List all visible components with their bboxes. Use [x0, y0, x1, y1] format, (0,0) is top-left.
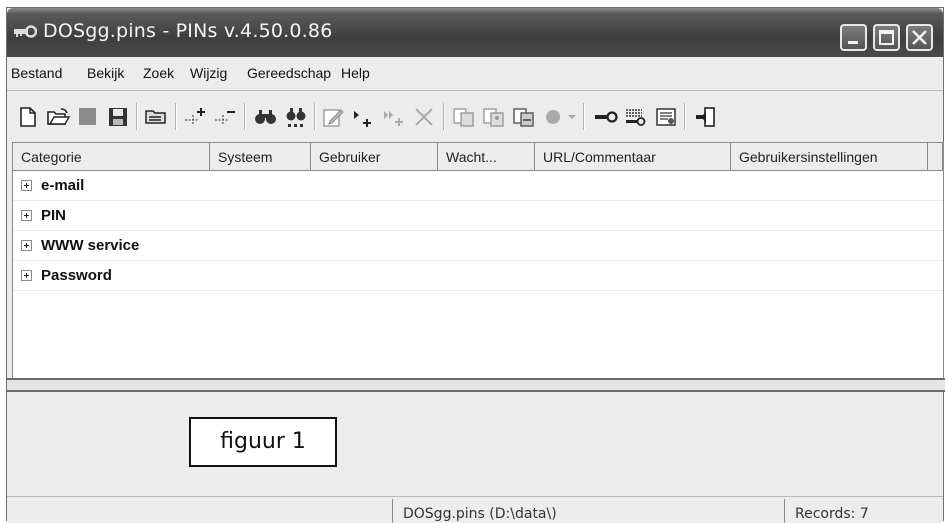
records-list[interactable]: Categorie Systeem Gebruiker Wacht... URL… [12, 142, 944, 379]
expand-icon[interactable] [21, 180, 32, 191]
figure-caption: figuur 1 [189, 417, 337, 467]
expand-icon[interactable] [21, 240, 32, 251]
column-header-filler [928, 143, 943, 171]
expand-icon[interactable] [21, 270, 32, 281]
toolbar-separator [583, 103, 585, 130]
import-icon[interactable] [143, 105, 169, 129]
find-icon[interactable] [253, 105, 279, 129]
menu-wijzig[interactable]: Wijzig [190, 65, 227, 81]
stop-icon[interactable] [75, 105, 101, 129]
key-app-icon [14, 25, 37, 38]
tree-row-label: Password [41, 267, 112, 284]
add-row-icon[interactable] [183, 105, 209, 129]
copy-password-icon[interactable] [511, 105, 537, 129]
copy-icon[interactable] [451, 105, 477, 129]
exit-icon[interactable] [692, 105, 718, 129]
column-header-systeem[interactable]: Systeem [210, 143, 311, 171]
menu-bestand[interactable]: Bestand [11, 65, 62, 81]
tree-row-e-mail[interactable]: e-mail [13, 171, 943, 201]
new-file-icon[interactable] [15, 105, 41, 129]
save-icon[interactable] [105, 105, 131, 129]
tree-row-pin[interactable]: PIN [13, 201, 943, 231]
key-icon[interactable] [593, 105, 619, 129]
column-header-wachtwoord[interactable]: Wacht... [438, 143, 535, 171]
status-file-path: DOSgg.pins (D:\data\) [392, 499, 784, 523]
toolbar-separator [136, 103, 138, 130]
toolbar-separator [443, 103, 445, 130]
close-button[interactable] [906, 24, 933, 51]
chevron-down-icon[interactable] [565, 105, 579, 129]
close-icon [912, 30, 927, 45]
add-subitem-icon[interactable] [381, 105, 407, 129]
delete-icon[interactable] [411, 105, 437, 129]
expand-icon[interactable] [21, 210, 32, 221]
tree-row-www-service[interactable]: WWW service [13, 231, 943, 261]
toolbar-separator [175, 103, 177, 130]
status-record-count: Records: 7 [784, 499, 945, 523]
app-window: DOSgg.pins - PINs v.4.50.0.86 Bestand Be… [6, 7, 945, 523]
remove-row-icon[interactable] [213, 105, 239, 129]
toolbar-separator [314, 103, 316, 130]
menu-gereedschap[interactable]: Gereedschap [247, 65, 331, 81]
column-header-gebruikersinstellingen[interactable]: Gebruikersinstellingen [731, 143, 928, 171]
menu-zoek[interactable]: Zoek [143, 65, 174, 81]
pane-splitter[interactable] [7, 378, 945, 392]
maximize-button[interactable] [873, 24, 900, 51]
settings-icon[interactable] [653, 105, 679, 129]
toolbar-separator [244, 103, 246, 130]
maximize-icon [879, 30, 894, 45]
column-header-gebruiker[interactable]: Gebruiker [311, 143, 438, 171]
find-next-icon[interactable] [283, 105, 309, 129]
password-generator-icon[interactable] [623, 105, 649, 129]
minimize-icon [848, 41, 858, 44]
copy-user-icon[interactable] [481, 105, 507, 129]
edit-icon[interactable] [321, 105, 347, 129]
detail-pane [12, 392, 942, 496]
add-item-icon[interactable] [351, 105, 377, 129]
menu-bekijk[interactable]: Bekijk [87, 65, 124, 81]
column-header-categorie[interactable]: Categorie [13, 143, 210, 171]
title-bar[interactable]: DOSgg.pins - PINs v.4.50.0.86 [7, 8, 943, 57]
toolbar-separator [684, 103, 686, 130]
column-header-url-commentaar[interactable]: URL/Commentaar [535, 143, 731, 171]
menu-bar: Bestand Bekijk Zoek Wijzig Gereedschap H… [7, 57, 943, 90]
open-folder-icon[interactable] [45, 105, 71, 129]
record-icon[interactable] [541, 105, 567, 129]
tree-row-label: PIN [41, 207, 67, 224]
minimize-button[interactable] [840, 24, 867, 51]
menu-help[interactable]: Help [341, 65, 370, 81]
tree-row-label: WWW service [41, 237, 140, 254]
status-bar: DOSgg.pins (D:\data\) Records: 7 [7, 496, 943, 523]
tree-row-password[interactable]: Password [13, 261, 943, 291]
toolbar [7, 91, 943, 144]
tree-row-label: e-mail [41, 177, 85, 194]
window-title: DOSgg.pins - PINs v.4.50.0.86 [43, 20, 333, 42]
